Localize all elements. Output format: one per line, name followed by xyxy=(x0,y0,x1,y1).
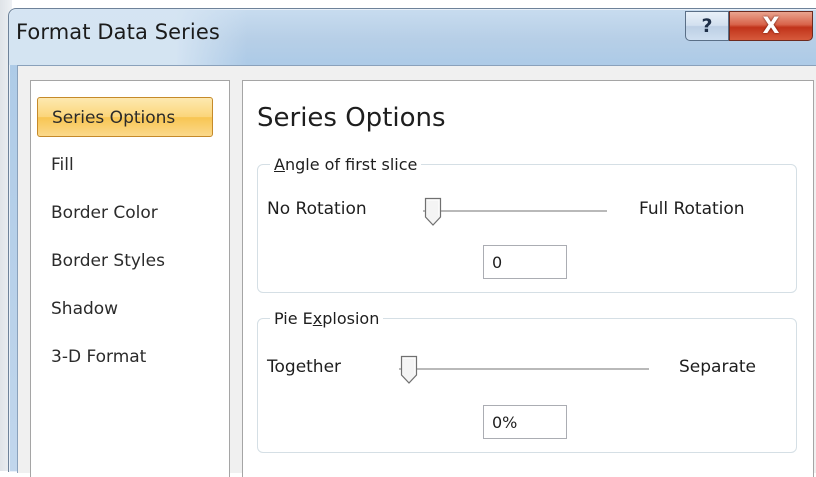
nav-item-border-styles[interactable]: Border Styles xyxy=(37,241,213,281)
nav-item-fill[interactable]: Fill xyxy=(37,145,213,185)
help-button[interactable]: ? xyxy=(685,11,729,41)
help-icon: ? xyxy=(701,15,713,37)
category-list: Series Options Fill Border Color Border … xyxy=(30,80,230,477)
nav-item-shadow[interactable]: Shadow xyxy=(37,289,213,329)
nav-item-series-options[interactable]: Series Options xyxy=(37,97,213,137)
pie-explosion-slider[interactable] xyxy=(399,355,649,384)
angle-slider-thumb[interactable] xyxy=(424,197,442,227)
pie-explosion-legend: Pie Explosion xyxy=(274,309,380,328)
pane-heading: Series Options xyxy=(257,103,446,133)
close-button[interactable]: X xyxy=(729,11,813,41)
dialog-title: Format Data Series xyxy=(16,20,220,44)
pie-explosion-value-input[interactable] xyxy=(483,405,567,439)
pie-explosion-slider-thumb[interactable] xyxy=(400,355,418,385)
angle-slider-track xyxy=(423,210,607,213)
close-icon: X xyxy=(762,13,780,39)
together-label: Together xyxy=(267,357,342,377)
nav-item-border-color[interactable]: Border Color xyxy=(37,193,213,233)
angle-slider[interactable] xyxy=(423,197,607,226)
pie-explosion-slider-track xyxy=(399,368,649,371)
angle-group-legend: Angle of first slice xyxy=(274,155,418,174)
dialog-client-area: Series Options Fill Border Color Border … xyxy=(17,65,816,477)
no-rotation-label: No Rotation xyxy=(267,199,367,219)
separate-label: Separate xyxy=(679,357,756,377)
full-rotation-label: Full Rotation xyxy=(639,199,745,219)
angle-value-input[interactable] xyxy=(483,245,567,279)
format-data-series-dialog: Format Data Series ? X Series Options Fi… xyxy=(8,8,816,477)
series-options-pane: Series Options Angle of first slice No R… xyxy=(242,80,814,477)
nav-item-3d-format[interactable]: 3-D Format xyxy=(37,337,213,377)
